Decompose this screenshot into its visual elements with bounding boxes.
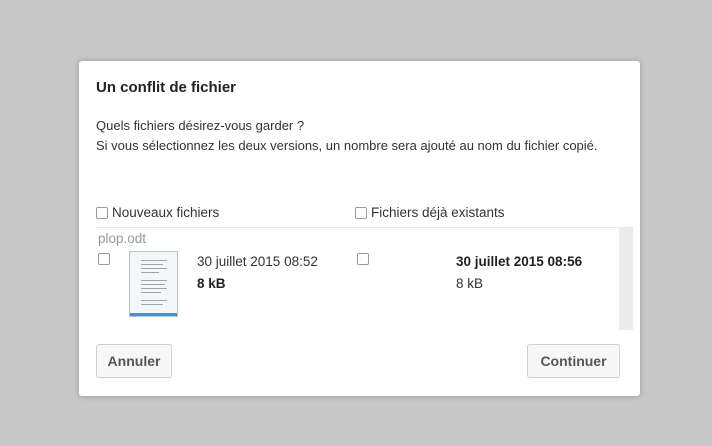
dialog-message: Quels fichiers désirez-vous garder ? Si … — [96, 116, 631, 155]
existing-file-date: 30 juillet 2015 08:56 — [456, 254, 583, 269]
new-files-label: Nouveaux fichiers — [112, 205, 220, 220]
document-thumbnail-icon — [129, 251, 178, 317]
select-all-existing-checkbox[interactable] — [355, 206, 367, 219]
existing-file-size: 8 kB — [456, 276, 484, 291]
existing-files-header[interactable]: Fichiers déjà existants — [355, 205, 505, 220]
new-file-size: 8 kB — [197, 276, 226, 291]
message-line-1: Quels fichiers désirez-vous garder ? — [96, 118, 305, 133]
message-line-2: Si vous sélectionnez les deux versions, … — [96, 137, 598, 153]
file-conflict-dialog: Un conflit de fichier Quels fichiers dés… — [79, 61, 640, 396]
cancel-button[interactable]: Annuler — [96, 344, 172, 378]
new-file-date: 30 juillet 2015 08:52 — [197, 254, 318, 269]
conflicts-scrollbar[interactable] — [619, 228, 633, 330]
dialog-title: Un conflit de fichier — [96, 79, 237, 96]
new-files-header[interactable]: Nouveaux fichiers — [96, 205, 219, 220]
existing-files-label: Fichiers déjà existants — [371, 205, 505, 220]
select-all-new-checkbox[interactable] — [96, 206, 108, 219]
conflict-filename: plop.odt — [98, 231, 147, 246]
keep-existing-file-checkbox[interactable] — [357, 253, 369, 265]
keep-new-file-checkbox[interactable] — [98, 253, 110, 265]
continue-button[interactable]: Continuer — [527, 344, 620, 378]
conflicts-list[interactable]: plop.odt 30 juillet 2015 08:52 8 kB 30 j… — [96, 227, 633, 330]
